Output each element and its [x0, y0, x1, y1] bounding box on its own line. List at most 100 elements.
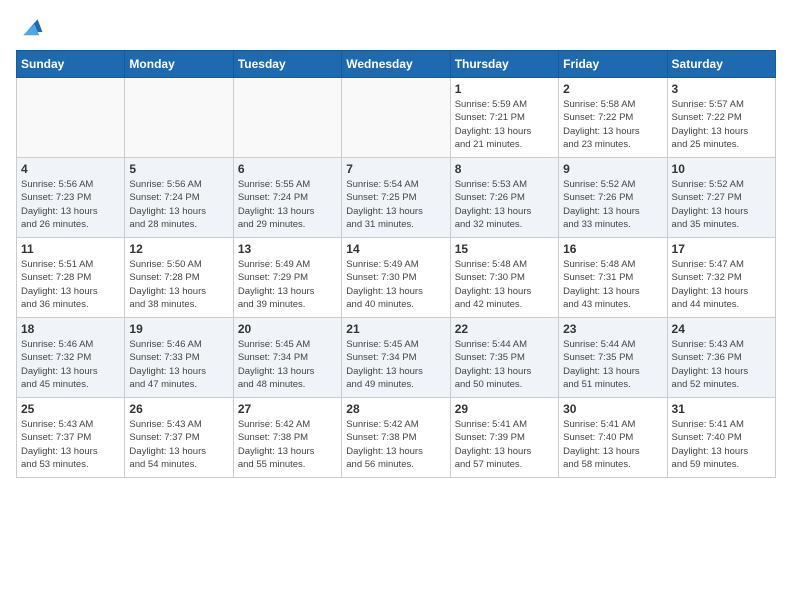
day-cell: 9 Sunrise: 5:52 AM Sunset: 7:26 PM Daylig…	[559, 158, 667, 238]
day-number: 5	[129, 162, 228, 176]
week-row-1: 1 Sunrise: 5:59 AM Sunset: 7:21 PM Daylig…	[17, 78, 776, 158]
day-info: Sunrise: 5:41 AM Sunset: 7:40 PM Dayligh…	[672, 418, 771, 471]
day-info: Sunrise: 5:43 AM Sunset: 7:37 PM Dayligh…	[21, 418, 120, 471]
day-cell: 26 Sunrise: 5:43 AM Sunset: 7:37 PM Dayli…	[125, 398, 233, 478]
day-info: Sunrise: 5:45 AM Sunset: 7:34 PM Dayligh…	[238, 338, 337, 391]
week-row-2: 4Sunrise: 5:56 AM Sunset: 7:23 PM Daylig…	[17, 158, 776, 238]
week-row-4: 18 Sunrise: 5:46 AM Sunset: 7:32 PM Dayli…	[17, 318, 776, 398]
day-cell: 29 Sunrise: 5:41 AM Sunset: 7:39 PM Dayli…	[450, 398, 558, 478]
day-number: 11	[21, 242, 120, 256]
day-number: 27	[238, 402, 337, 416]
day-number: 10	[672, 162, 771, 176]
day-cell: 2 Sunrise: 5:58 AM Sunset: 7:22 PM Daylig…	[559, 78, 667, 158]
day-number: 1	[455, 82, 554, 96]
day-cell: 12 Sunrise: 5:50 AM Sunset: 7:28 PM Dayli…	[125, 238, 233, 318]
day-cell: 11 Sunrise: 5:51 AM Sunset: 7:28 PM Dayli…	[17, 238, 125, 318]
day-number: 24	[672, 322, 771, 336]
day-number: 18	[21, 322, 120, 336]
day-info: Sunrise: 5:56 AM Sunset: 7:24 PM Dayligh…	[129, 178, 228, 231]
day-cell: 15 Sunrise: 5:48 AM Sunset: 7:30 PM Dayli…	[450, 238, 558, 318]
day-info: Sunrise: 5:52 AM Sunset: 7:26 PM Dayligh…	[563, 178, 662, 231]
day-header-thursday: Thursday	[450, 51, 558, 78]
day-cell: 28 Sunrise: 5:42 AM Sunset: 7:38 PM Dayli…	[342, 398, 450, 478]
day-cell: 14 Sunrise: 5:49 AM Sunset: 7:30 PM Dayli…	[342, 238, 450, 318]
day-number: 22	[455, 322, 554, 336]
day-info: Sunrise: 5:52 AM Sunset: 7:27 PM Dayligh…	[672, 178, 771, 231]
day-info: Sunrise: 5:57 AM Sunset: 7:22 PM Dayligh…	[672, 98, 771, 151]
day-header-tuesday: Tuesday	[233, 51, 341, 78]
day-header-saturday: Saturday	[667, 51, 775, 78]
day-info: Sunrise: 5:41 AM Sunset: 7:39 PM Dayligh…	[455, 418, 554, 471]
day-info: Sunrise: 5:56 AM Sunset: 7:23 PM Dayligh…	[21, 178, 120, 231]
day-number: 15	[455, 242, 554, 256]
day-number: 13	[238, 242, 337, 256]
day-number: 20	[238, 322, 337, 336]
logo	[16, 16, 44, 40]
logo-icon	[20, 16, 44, 40]
day-header-wednesday: Wednesday	[342, 51, 450, 78]
day-number: 3	[672, 82, 771, 96]
day-cell: 5 Sunrise: 5:56 AM Sunset: 7:24 PM Daylig…	[125, 158, 233, 238]
day-number: 28	[346, 402, 445, 416]
day-header-sunday: Sunday	[17, 51, 125, 78]
day-info: Sunrise: 5:55 AM Sunset: 7:24 PM Dayligh…	[238, 178, 337, 231]
day-number: 16	[563, 242, 662, 256]
day-info: Sunrise: 5:43 AM Sunset: 7:36 PM Dayligh…	[672, 338, 771, 391]
day-cell: 18 Sunrise: 5:46 AM Sunset: 7:32 PM Dayli…	[17, 318, 125, 398]
day-info: Sunrise: 5:51 AM Sunset: 7:28 PM Dayligh…	[21, 258, 120, 311]
day-cell	[125, 78, 233, 158]
day-cell: 31 Sunrise: 5:41 AM Sunset: 7:40 PM Dayli…	[667, 398, 775, 478]
day-number: 31	[672, 402, 771, 416]
day-info: Sunrise: 5:58 AM Sunset: 7:22 PM Dayligh…	[563, 98, 662, 151]
day-cell	[233, 78, 341, 158]
day-cell: 30 Sunrise: 5:41 AM Sunset: 7:40 PM Dayli…	[559, 398, 667, 478]
day-info: Sunrise: 5:49 AM Sunset: 7:29 PM Dayligh…	[238, 258, 337, 311]
day-number: 23	[563, 322, 662, 336]
day-info: Sunrise: 5:42 AM Sunset: 7:38 PM Dayligh…	[346, 418, 445, 471]
day-number: 12	[129, 242, 228, 256]
day-cell: 25Sunrise: 5:43 AM Sunset: 7:37 PM Dayli…	[17, 398, 125, 478]
day-number: 21	[346, 322, 445, 336]
day-cell: 17Sunrise: 5:47 AM Sunset: 7:32 PM Dayli…	[667, 238, 775, 318]
day-header-friday: Friday	[559, 51, 667, 78]
day-cell: 24 Sunrise: 5:43 AM Sunset: 7:36 PM Dayli…	[667, 318, 775, 398]
day-number: 19	[129, 322, 228, 336]
day-cell	[342, 78, 450, 158]
day-info: Sunrise: 5:46 AM Sunset: 7:32 PM Dayligh…	[21, 338, 120, 391]
day-number: 6	[238, 162, 337, 176]
day-number: 14	[346, 242, 445, 256]
day-info: Sunrise: 5:42 AM Sunset: 7:38 PM Dayligh…	[238, 418, 337, 471]
day-info: Sunrise: 5:44 AM Sunset: 7:35 PM Dayligh…	[563, 338, 662, 391]
day-cell: 10 Sunrise: 5:52 AM Sunset: 7:27 PM Dayli…	[667, 158, 775, 238]
day-info: Sunrise: 5:48 AM Sunset: 7:31 PM Dayligh…	[563, 258, 662, 311]
day-cell: 13 Sunrise: 5:49 AM Sunset: 7:29 PM Dayli…	[233, 238, 341, 318]
day-cell: 3 Sunrise: 5:57 AM Sunset: 7:22 PM Daylig…	[667, 78, 775, 158]
day-cell: 21Sunrise: 5:45 AM Sunset: 7:34 PM Dayli…	[342, 318, 450, 398]
day-info: Sunrise: 5:54 AM Sunset: 7:25 PM Dayligh…	[346, 178, 445, 231]
day-cell: 1 Sunrise: 5:59 AM Sunset: 7:21 PM Daylig…	[450, 78, 558, 158]
day-number: 26	[129, 402, 228, 416]
day-cell: 20 Sunrise: 5:45 AM Sunset: 7:34 PM Dayli…	[233, 318, 341, 398]
day-info: Sunrise: 5:59 AM Sunset: 7:21 PM Dayligh…	[455, 98, 554, 151]
page-header	[16, 16, 776, 40]
calendar: SundayMondayTuesdayWednesdayThursdayFrid…	[16, 50, 776, 478]
day-number: 30	[563, 402, 662, 416]
day-info: Sunrise: 5:41 AM Sunset: 7:40 PM Dayligh…	[563, 418, 662, 471]
day-info: Sunrise: 5:53 AM Sunset: 7:26 PM Dayligh…	[455, 178, 554, 231]
day-info: Sunrise: 5:43 AM Sunset: 7:37 PM Dayligh…	[129, 418, 228, 471]
day-number: 2	[563, 82, 662, 96]
day-info: Sunrise: 5:50 AM Sunset: 7:28 PM Dayligh…	[129, 258, 228, 311]
day-info: Sunrise: 5:49 AM Sunset: 7:30 PM Dayligh…	[346, 258, 445, 311]
day-cell: 23 Sunrise: 5:44 AM Sunset: 7:35 PM Dayli…	[559, 318, 667, 398]
day-cell: 8Sunrise: 5:53 AM Sunset: 7:26 PM Daylig…	[450, 158, 558, 238]
day-cell: 19 Sunrise: 5:46 AM Sunset: 7:33 PM Dayli…	[125, 318, 233, 398]
day-cell: 16 Sunrise: 5:48 AM Sunset: 7:31 PM Dayli…	[559, 238, 667, 318]
week-row-5: 25Sunrise: 5:43 AM Sunset: 7:37 PM Dayli…	[17, 398, 776, 478]
day-info: Sunrise: 5:48 AM Sunset: 7:30 PM Dayligh…	[455, 258, 554, 311]
day-number: 29	[455, 402, 554, 416]
day-cell: 22Sunrise: 5:44 AM Sunset: 7:35 PM Dayli…	[450, 318, 558, 398]
day-number: 9	[563, 162, 662, 176]
day-info: Sunrise: 5:46 AM Sunset: 7:33 PM Dayligh…	[129, 338, 228, 391]
day-number: 17	[672, 242, 771, 256]
header-row: SundayMondayTuesdayWednesdayThursdayFrid…	[17, 51, 776, 78]
